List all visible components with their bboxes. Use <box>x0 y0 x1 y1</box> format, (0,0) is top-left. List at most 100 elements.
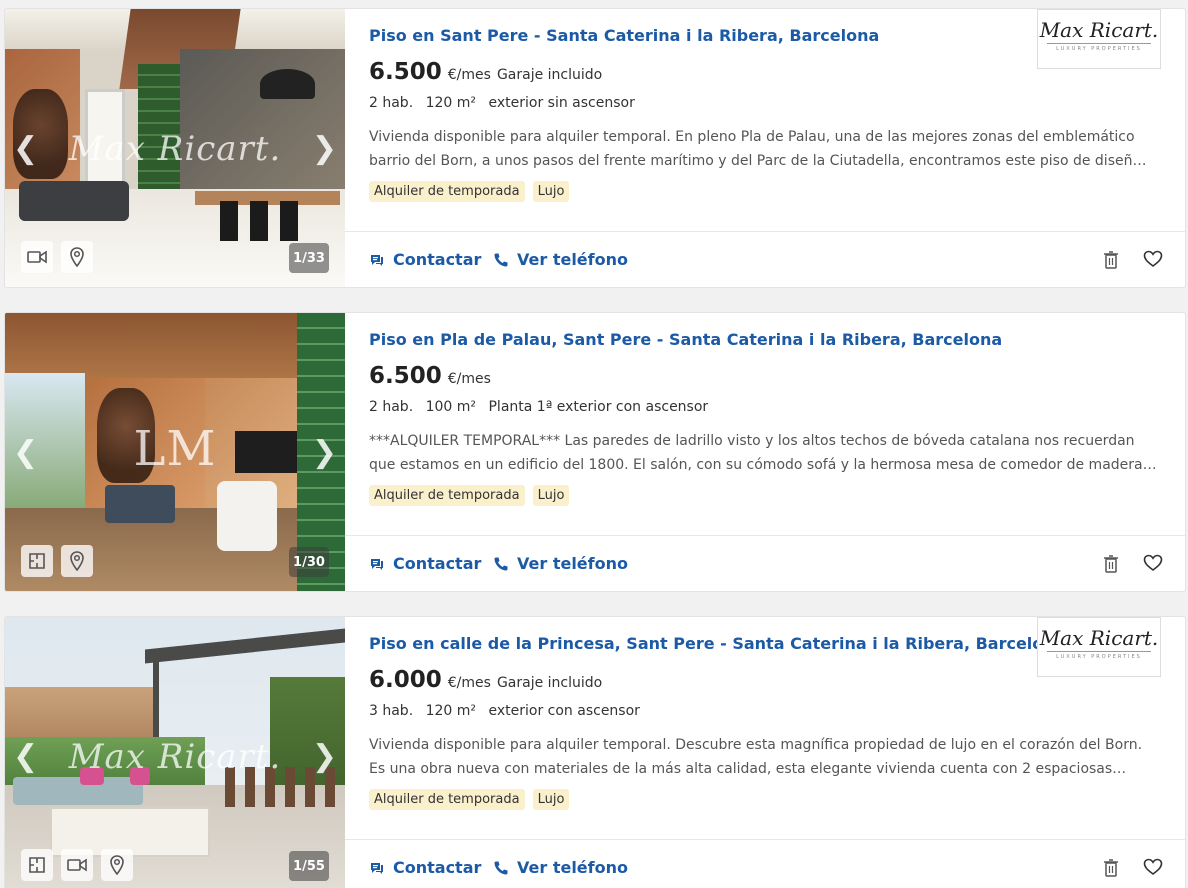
listing-photo[interactable]: Max Ricart. ❮ ❯ 1/33 <box>5 9 345 287</box>
agency-logo-divider <box>1047 43 1151 44</box>
detail-rooms: 2 hab. <box>369 399 414 415</box>
video-icon[interactable] <box>21 241 53 273</box>
listing-photo[interactable]: Max Ricart. ❮ ❯ 1/55 <box>5 617 345 888</box>
view-phone-label: Ver teléfono <box>517 858 628 877</box>
heart-icon[interactable] <box>1143 858 1163 880</box>
listing-description[interactable]: Vivienda disponible para alquiler tempor… <box>369 733 1161 781</box>
photo-watermark: LM <box>133 421 217 477</box>
listing-price: 6.500 <box>369 59 442 85</box>
price-unit: €/mes <box>447 371 491 387</box>
photo-counter: 1/55 <box>289 851 329 881</box>
photo-sofa <box>19 181 129 221</box>
listing-title-link[interactable]: Piso en Pla de Palau, Sant Pere - Santa … <box>369 329 1161 353</box>
trash-icon[interactable] <box>1103 250 1119 274</box>
map-pin-icon[interactable] <box>101 849 133 881</box>
phone-icon <box>494 861 508 874</box>
detail-floor: exterior con ascensor <box>488 703 640 719</box>
listing-details: 2 hab. 120 m² exterior sin ascensor <box>369 95 1161 117</box>
photo-ottoman <box>105 485 175 523</box>
agency-logo[interactable]: Max Ricart. LUXURY PROPERTIES <box>1037 617 1161 677</box>
photo-watermark: Max Ricart. <box>68 129 282 169</box>
tag-seasonal-rental: Alquiler de temporada <box>369 485 525 506</box>
next-photo-arrow-icon[interactable]: ❯ <box>312 739 337 774</box>
photo-chairs <box>220 201 310 241</box>
next-photo-arrow-icon[interactable]: ❯ <box>312 131 337 166</box>
listing-price: 6.000 <box>369 667 442 693</box>
prev-photo-arrow-icon[interactable]: ❮ <box>13 739 38 774</box>
listing-info: Piso en Pla de Palau, Sant Pere - Santa … <box>345 313 1185 537</box>
floor-plan-icon[interactable] <box>21 849 53 881</box>
view-phone-label: Ver teléfono <box>517 250 628 269</box>
listing-description[interactable]: ***ALQUILER TEMPORAL*** Las paredes de l… <box>369 429 1161 477</box>
detail-floor: Planta 1ª exterior con ascensor <box>488 399 709 415</box>
trash-icon[interactable] <box>1103 554 1119 578</box>
heart-icon[interactable] <box>1143 250 1163 272</box>
next-photo-arrow-icon[interactable]: ❯ <box>312 435 337 470</box>
listing-actions: Contactar Ver teléfono <box>345 839 1185 888</box>
tag-luxury: Lujo <box>532 485 570 506</box>
contact-button-label: Contactar <box>393 858 482 877</box>
agency-logo-tagline: LUXURY PROPERTIES <box>1056 654 1142 660</box>
floor-plan-icon[interactable] <box>21 545 53 577</box>
listing-actions: Contactar Ver teléfono <box>345 535 1185 591</box>
price-line: 6.500 €/mes <box>369 363 1161 393</box>
price-extra: Garaje incluido <box>496 67 603 83</box>
agency-logo-divider <box>1047 651 1151 652</box>
contact-button-label: Contactar <box>393 250 482 269</box>
tag-luxury: Lujo <box>532 181 570 202</box>
photo-pendant-lamp <box>260 69 315 99</box>
listing-photo[interactable]: LM ❮ ❯ 1/30 <box>5 313 345 591</box>
contact-button-label: Contactar <box>393 554 482 573</box>
view-phone-label: Ver teléfono <box>517 554 628 573</box>
photo-counter: 1/33 <box>289 243 329 273</box>
detail-rooms: 2 hab. <box>369 95 414 111</box>
agency-logo-name: Max Ricart. <box>1039 18 1159 42</box>
photo-floral-wall <box>180 49 345 199</box>
contact-button[interactable]: Contactar <box>369 858 481 877</box>
price-unit: €/mes <box>447 67 491 83</box>
map-pin-icon[interactable] <box>61 241 93 273</box>
contact-button[interactable]: Contactar <box>369 250 481 269</box>
map-pin-icon[interactable] <box>61 545 93 577</box>
listing-actions: Contactar Ver teléfono <box>345 231 1185 287</box>
listing-details: 3 hab. 120 m² exterior con ascensor <box>369 703 1161 725</box>
video-icon[interactable] <box>61 849 93 881</box>
listing-card[interactable]: Max Ricart. ❮ ❯ 1/55 Piso en calle de la… <box>4 616 1186 888</box>
listing-tags: Alquiler de temporada Lujo <box>369 789 1161 810</box>
listing-card[interactable]: LM ❮ ❯ 1/30 Piso en Pla de Palau, Sant P… <box>4 312 1186 592</box>
detail-floor: exterior sin ascensor <box>488 95 635 111</box>
tag-seasonal-rental: Alquiler de temporada <box>369 181 525 202</box>
chat-icon <box>371 254 383 266</box>
phone-icon <box>494 557 508 570</box>
contact-button[interactable]: Contactar <box>369 554 481 573</box>
agency-logo[interactable]: Max Ricart. LUXURY PROPERTIES <box>1037 9 1161 69</box>
detail-size: 120 m² <box>425 703 477 719</box>
listing-tags: Alquiler de temporada Lujo <box>369 485 1161 506</box>
agency-logo-tagline: LUXURY PROPERTIES <box>1056 46 1142 52</box>
view-phone-button[interactable]: Ver teléfono <box>493 858 628 877</box>
listing-price: 6.500 <box>369 363 442 389</box>
trash-icon[interactable] <box>1103 858 1119 882</box>
tag-seasonal-rental: Alquiler de temporada <box>369 789 525 810</box>
listing-card[interactable]: Max Ricart. ❮ ❯ 1/33 Piso en Sant Pere -… <box>4 8 1186 288</box>
photo-outdoor-sofa <box>13 777 143 805</box>
price-unit: €/mes <box>447 675 491 691</box>
view-phone-button[interactable]: Ver teléfono <box>493 250 628 269</box>
photo-counter: 1/30 <box>289 547 329 577</box>
photo-armchair <box>217 481 277 551</box>
photo-watermark: Max Ricart. <box>68 737 282 777</box>
tag-luxury: Lujo <box>532 789 570 810</box>
detail-rooms: 3 hab. <box>369 703 414 719</box>
prev-photo-arrow-icon[interactable]: ❮ <box>13 435 38 470</box>
view-phone-button[interactable]: Ver teléfono <box>493 554 628 573</box>
heart-icon[interactable] <box>1143 554 1163 576</box>
phone-icon <box>494 253 508 266</box>
listing-description[interactable]: Vivienda disponible para alquiler tempor… <box>369 125 1161 173</box>
prev-photo-arrow-icon[interactable]: ❮ <box>13 131 38 166</box>
detail-size: 100 m² <box>425 399 477 415</box>
price-extra: Garaje incluido <box>496 675 603 691</box>
chat-icon <box>371 558 383 570</box>
listing-details: 2 hab. 100 m² Planta 1ª exterior con asc… <box>369 399 1161 421</box>
detail-size: 120 m² <box>425 95 477 111</box>
chat-icon <box>371 862 383 874</box>
